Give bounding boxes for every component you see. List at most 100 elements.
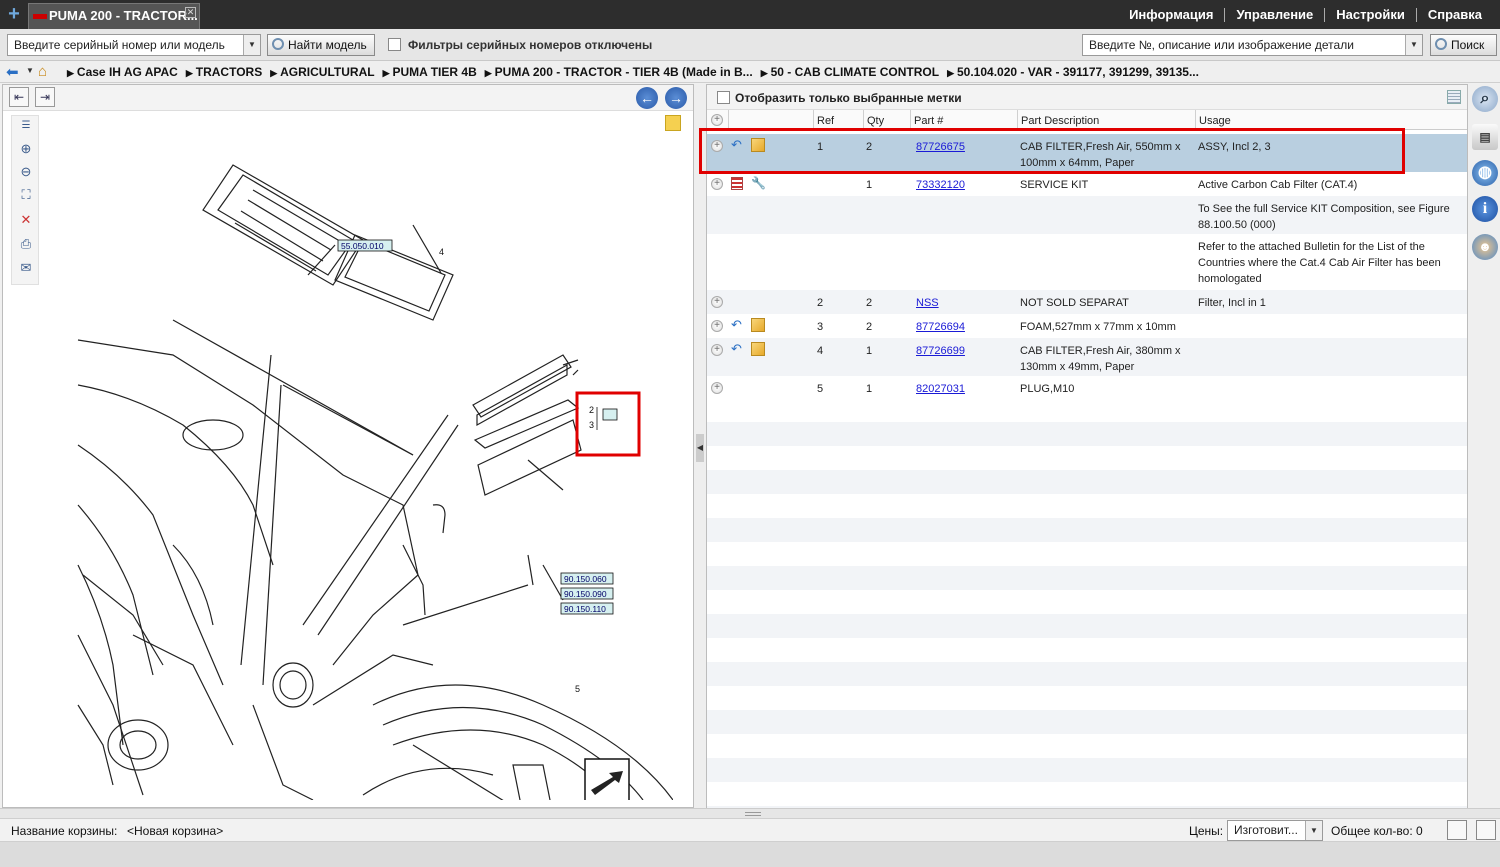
serial-input[interactable]: Введите серийный номер или модель ▼ (7, 34, 261, 56)
replacement-arrow-icon[interactable]: ↶ (731, 342, 745, 355)
keyboard-icon[interactable]: ▤ (1472, 124, 1498, 150)
callout-90-150-060[interactable]: 90.150.060 (564, 574, 607, 584)
expand-right-icon[interactable]: ⇥ (35, 87, 55, 107)
chat-icon[interactable]: ☻ (1472, 234, 1498, 260)
zoom-out-icon[interactable]: ⊖ (18, 164, 34, 180)
restore-window-icon[interactable] (1447, 820, 1467, 840)
part-number-link[interactable]: 73332120 (916, 179, 965, 191)
replacement-arrow-icon[interactable]: ↶ (731, 318, 745, 331)
add-to-cart-icon[interactable]: + (711, 320, 723, 332)
maximize-window-icon[interactable] (1476, 820, 1496, 840)
part-number-link[interactable]: NSS (916, 297, 939, 309)
cart-name-value[interactable]: <Новая корзина> (127, 824, 223, 838)
horizontal-splitter[interactable] (0, 808, 1500, 818)
column-part[interactable]: Part # (910, 110, 1017, 130)
menu-info[interactable]: Информация (1129, 7, 1213, 22)
bottom-area (0, 842, 1500, 867)
part-search-input[interactable]: Введите №, описание или изображение дета… (1082, 34, 1423, 56)
part-search-placeholder: Введите №, описание или изображение дета… (1089, 38, 1354, 52)
next-figure-icon[interactable]: → (665, 87, 687, 109)
usage-note-line: Refer to the attached Bulletin for the L… (1198, 241, 1425, 253)
home-icon[interactable]: ⌂ (38, 63, 47, 80)
table-row[interactable]: + 5 1 82027031 PLUG,M10 (707, 376, 1467, 400)
table-row[interactable]: + ↶ 4 1 87726699 CAB FILTER,Fresh Air, 3… (707, 338, 1467, 376)
document-icon[interactable] (731, 177, 743, 190)
print-icon[interactable]: ⎙ (18, 236, 34, 252)
ref-cell: 4 (817, 345, 824, 357)
callout-90-150-110[interactable]: 90.150.110 (564, 604, 606, 614)
menu-help[interactable]: Справка (1428, 7, 1482, 22)
serial-filter-checkbox[interactable] (388, 38, 401, 51)
collapse-arrow-icon[interactable]: ◀ (696, 434, 704, 462)
add-to-cart-icon[interactable]: + (711, 178, 723, 190)
breadcrumb-item[interactable]: TRACTORS (186, 65, 262, 79)
callout-55-050-010[interactable]: 55.050.010 (341, 241, 384, 251)
top-menu: Информация Управление Настройки Справка (1129, 0, 1482, 29)
part-number-link[interactable]: 87726699 (916, 345, 965, 357)
zoom-in-icon[interactable]: ⊕ (18, 141, 34, 157)
breadcrumb-item[interactable]: PUMA TIER 4B (383, 65, 477, 79)
search-icon[interactable]: ⌕ (1472, 86, 1498, 112)
chevron-down-icon[interactable]: ▼ (243, 35, 260, 55)
new-tab-icon[interactable]: + (5, 3, 23, 25)
parts-table: + Ref Qty Part # Part Description Usage … (707, 110, 1467, 808)
search-button[interactable]: Поиск (1430, 34, 1497, 56)
package-icon[interactable] (751, 318, 765, 332)
callout-90-150-090[interactable]: 90.150.090 (564, 589, 607, 599)
table-row: To See the full Service KIT Composition,… (707, 196, 1467, 234)
breadcrumb-item[interactable]: AGRICULTURAL (270, 65, 374, 79)
wrench-icon[interactable]: 🔧 (751, 176, 766, 190)
total-quantity: Общее кол-во: 0 (1331, 824, 1423, 838)
back-arrow-icon[interactable]: ⬅ (6, 63, 19, 81)
column-description[interactable]: Part Description (1017, 110, 1195, 130)
status-bar: Название корзины: <Новая корзина> Цены: … (0, 818, 1500, 842)
prices-select[interactable]: Изготовит... ▼ (1227, 820, 1323, 841)
pane-splitter[interactable]: ◀ (694, 84, 706, 808)
globe-icon[interactable]: ◍ (1472, 160, 1498, 186)
previous-figure-icon[interactable]: ← (636, 87, 658, 109)
column-qty[interactable]: Qty (863, 110, 910, 130)
breadcrumb-item[interactable]: Case IH AG APAC (67, 65, 178, 79)
part-number-link[interactable]: 87726694 (916, 321, 965, 333)
breadcrumb-item[interactable]: 50 - CAB CLIMATE CONTROL (761, 65, 939, 79)
chevron-down-icon[interactable]: ▼ (26, 66, 34, 75)
prices-label: Цены: (1189, 824, 1224, 838)
add-to-cart-icon[interactable]: + (711, 296, 723, 308)
breadcrumb-item[interactable]: PUMA 200 - TRACTOR - TIER 4B (Made in B.… (485, 65, 753, 79)
add-to-cart-icon[interactable]: + (711, 382, 723, 394)
email-icon[interactable]: ✉ (18, 260, 34, 276)
qty-cell: 2 (866, 297, 873, 309)
menu-manage[interactable]: Управление (1236, 7, 1313, 22)
add-all-icon[interactable]: + (711, 114, 723, 126)
package-icon[interactable] (751, 342, 765, 356)
drag-handle-icon[interactable]: ☰ (18, 118, 34, 134)
chevron-down-icon[interactable]: ▼ (1305, 821, 1322, 840)
chevron-down-icon[interactable]: ▼ (1405, 35, 1422, 55)
table-row[interactable]: + 🔧 1 73332120 SERVICE KIT Active Carbon… (707, 172, 1467, 196)
part-number-link[interactable]: 82027031 (916, 383, 965, 395)
note-icon[interactable] (665, 115, 681, 131)
table-row[interactable]: + ↶ 3 2 87726694 FOAM,527mm x 77mm x 10m… (707, 314, 1467, 338)
fit-to-screen-icon[interactable]: ⛶ (18, 187, 34, 203)
collapse-left-icon[interactable]: ⇤ (9, 87, 29, 107)
drag-handle-icon[interactable] (745, 812, 761, 816)
search-icon (272, 38, 284, 50)
clear-zoom-icon[interactable]: ✕ (18, 212, 34, 228)
column-usage[interactable]: Usage (1195, 110, 1467, 130)
list-view-icon[interactable] (1447, 90, 1461, 104)
find-model-button[interactable]: Найти модель (267, 34, 375, 56)
info-icon[interactable]: i (1472, 196, 1498, 222)
menu-settings[interactable]: Настройки (1336, 7, 1405, 22)
show-selected-checkbox[interactable] (717, 91, 730, 104)
tab-puma-200[interactable]: PUMA 200 - TRACTOR... ✕ (28, 3, 200, 29)
close-icon[interactable]: ✕ (185, 7, 196, 18)
column-ref[interactable]: Ref (813, 110, 863, 130)
search-icon (1435, 38, 1447, 50)
description-cell: CAB FILTER,Fresh Air, 380mm x 130mm x 49… (1020, 343, 1181, 375)
breadcrumb-item[interactable]: 50.104.020 - VAR - 391177, 391299, 39135… (947, 65, 1199, 79)
add-to-cart-icon[interactable]: + (711, 344, 723, 356)
serial-placeholder: Введите серийный номер или модель (14, 38, 225, 52)
table-row[interactable]: + 2 2 NSS NOT SOLD SEPARAT Filter, Incl … (707, 290, 1467, 314)
table-row: Refer to the attached Bulletin for the L… (707, 234, 1467, 290)
usage-cell: Filter, Incl in 1 (1198, 297, 1266, 309)
